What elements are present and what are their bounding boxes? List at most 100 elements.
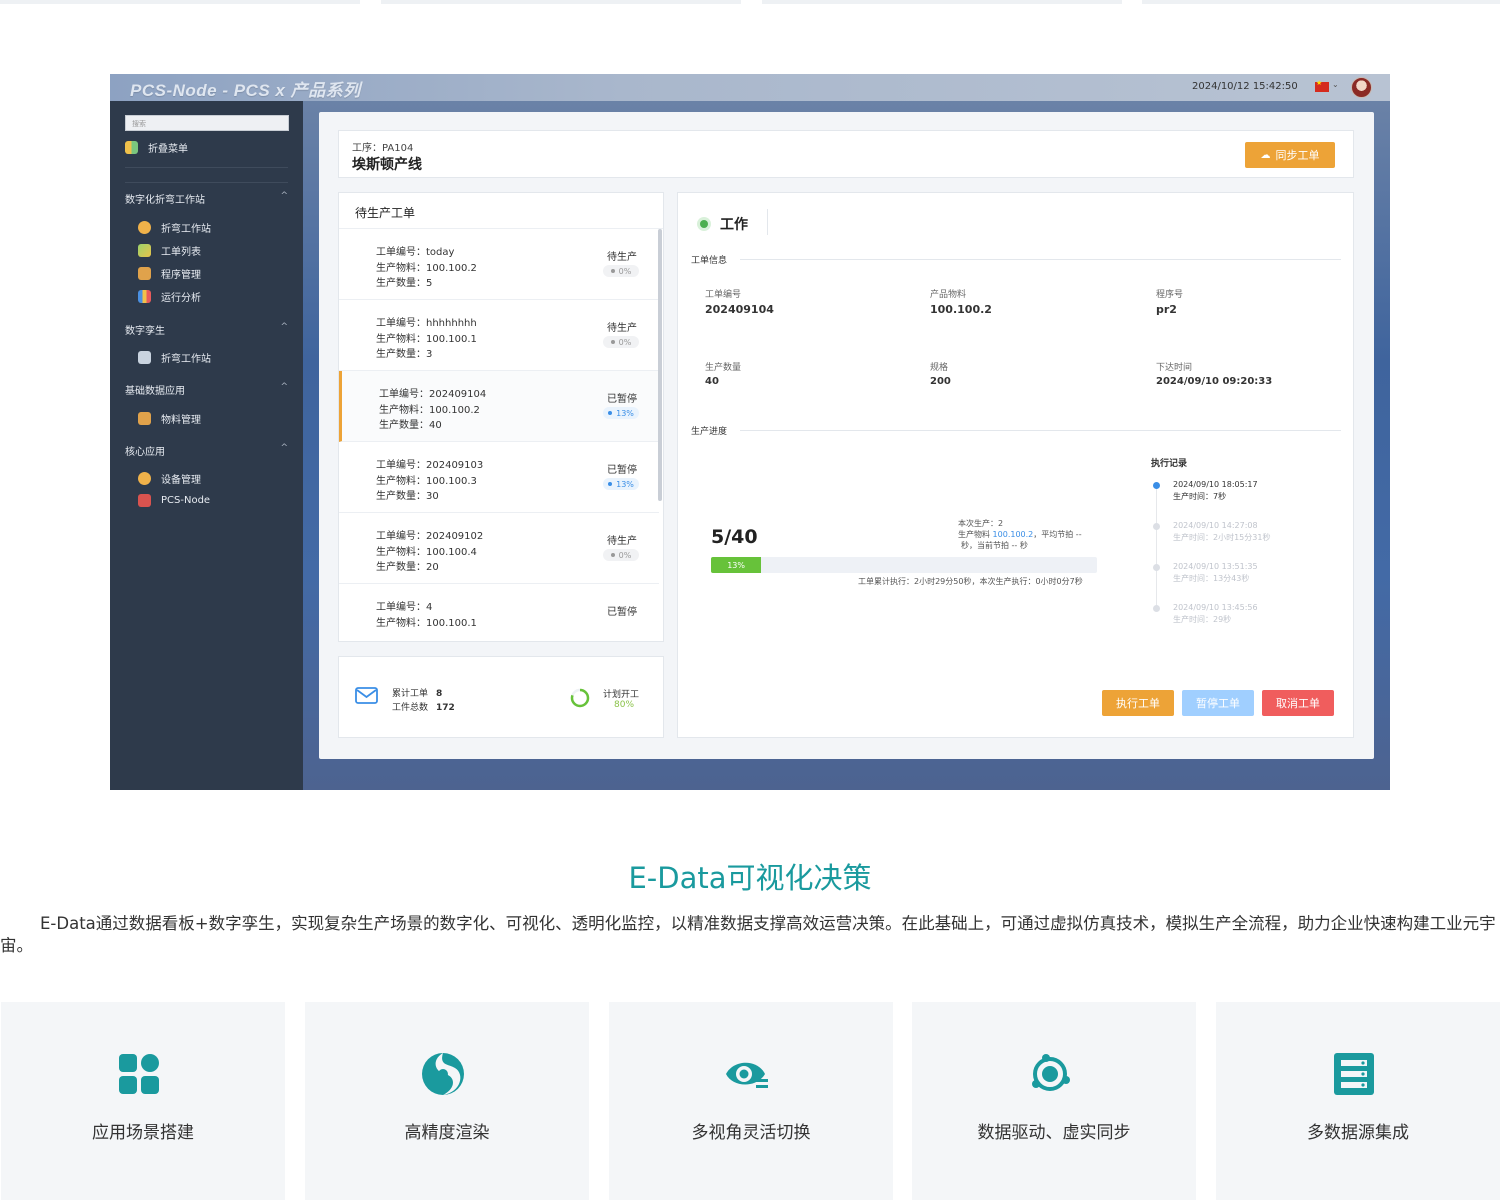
divider [125,167,288,168]
cancel-order-button[interactable]: 取消工单 [1262,690,1334,716]
feature-label: 应用场景搭建 [92,1123,194,1143]
search-input[interactable]: 搜索 [125,115,289,131]
progress-badge: 13% [603,407,639,419]
cloud-upload-icon: ☁ [1260,149,1271,161]
exec-duration: 生产时间：2小时15分31秒 [1173,533,1271,542]
plan-percent: 80% [614,700,635,710]
note-material-link[interactable]: 100.100.2 [993,530,1034,539]
timeline-dot [1153,605,1160,612]
total-orders-value: 8 [436,689,443,699]
sidebar-group-basic-data[interactable]: 基础数据应用 ^ [125,382,288,397]
box-icon [138,267,151,280]
list-item[interactable]: 工单编号：4 生产物料：100.100.1 已暂停 [339,584,659,641]
pause-order-button[interactable]: 暂停工单 [1182,690,1254,716]
feature-label: 高精度渲染 [404,1123,490,1143]
timeline-line [1156,486,1157,610]
order-no: 工单编号：202409104 [379,389,487,400]
sidebar-item-run-analysis[interactable]: 运行分析 [138,289,201,304]
sidebar-item-bending-station[interactable]: 折弯工作站 [138,220,211,235]
progress-section-label: 生产进度 [691,427,728,437]
app-title: PCS-Node - PCS x 产品系列 [130,81,361,100]
work-order-list: 待生产工单 工单编号：today 生产物料：100.100.2 生产数量：5 待… [338,192,664,642]
section-title: E-Data可视化决策 [628,861,872,895]
list-item[interactable]: 工单编号：hhhhhhhh 生产物料：100.100.1 生产数量：3 待生产 … [339,300,659,371]
sidebar: 搜索 折叠菜单 数字化折弯工作站 ^ 折弯工作站 工单列表 程序管理 运行分析 数… [110,101,303,790]
program-value: pr2 [1156,303,1177,316]
sidebar-item-device-management[interactable]: 设备管理 [138,471,201,486]
order-qty: 生产数量：30 [376,491,439,502]
render-icon [422,1053,464,1095]
order-no: 工单编号：202409103 [376,460,484,471]
sync-work-order-button[interactable]: ☁ 同步工单 [1245,142,1335,168]
grid-icon [125,141,138,154]
progress-badge-text: 13% [616,408,634,418]
order-qty: 生产数量：5 [376,278,433,289]
work-status: 工作 [720,217,748,233]
order-no: 工单编号：202409102 [376,531,484,542]
china-flag-icon[interactable] [1315,79,1329,92]
progress-badge: 0% [603,336,639,348]
sidebar-item-label: 物料管理 [161,415,201,426]
sidebar-item-twin-station[interactable]: 折弯工作站 [138,350,211,365]
sidebar-item-label: 工单列表 [161,247,201,258]
top-card-strip [0,0,1500,6]
progress-bar: 13% [711,557,1097,573]
collapse-menu-button[interactable]: 折叠菜单 [125,140,188,155]
exec-duration: 生产时间：13分43秒 [1173,574,1250,583]
info-section-label: 工单信息 [691,256,728,266]
exec-time: 2024/09/10 18:05:17 [1173,480,1258,489]
feature-label: 数据驱动、虚实同步 [977,1123,1131,1143]
datetime: 2024/10/12 15:42:50 [1192,81,1298,92]
sidebar-item-material-management[interactable]: 物料管理 [138,411,201,426]
list-item-selected[interactable]: 工单编号：202409104 生产物料：100.100.2 生产数量：40 已暂… [339,371,659,442]
sidebar-group-digital-twin[interactable]: 数字孪生 ^ [125,322,288,337]
database-icon [1334,1053,1374,1095]
avatar[interactable] [1351,77,1372,98]
group-label: 数字孪生 [125,326,165,337]
feature-card-scene-building: 应用场景搭建 [1,1002,285,1200]
sidebar-item-program-management[interactable]: 程序管理 [138,266,201,281]
note-text: ，平均节拍 -- [1033,530,1082,539]
sidebar-item-pcs-node[interactable]: PCS-Node [138,494,210,507]
station-icon [138,221,151,234]
qty-label: 生产数量 [705,363,742,373]
list-item[interactable]: 工单编号：202409102 生产物料：100.100.4 生产数量：20 待生… [339,513,659,584]
timeline-dot [1153,564,1160,571]
bar-chart-icon [138,290,151,303]
sidebar-item-label: PCS-Node [161,495,211,506]
scrollbar[interactable] [658,229,662,501]
order-status: 待生产 [607,252,637,263]
order-material: 生产物料：100.100.2 [379,405,480,416]
exec-record: 2024/09/10 13:45:56 生产时间：29秒 [1173,602,1258,626]
main-panel: 工序：PA104 埃斯顿产线 ☁ 同步工单 待生产工单 工单编号：today 生… [319,112,1374,759]
exec-time: 2024/09/10 13:51:35 [1173,562,1258,571]
timeline-dot [1153,523,1160,530]
divider [767,209,768,235]
sidebar-group-digital-workstation[interactable]: 数字化折弯工作站 ^ [125,191,288,206]
feature-label: 多数据源集成 [1307,1123,1409,1143]
group-label: 基础数据应用 [125,386,185,397]
issued-value: 2024/09/10 09:20:33 [1156,376,1273,387]
plan-progress-ring [570,688,590,708]
chevron-down-icon[interactable]: ⌄ [1332,80,1339,89]
sidebar-item-label: 折弯工作站 [161,354,211,365]
sidebar-item-work-order-list[interactable]: 工单列表 [138,243,201,258]
sidebar-item-label: 运行分析 [161,293,201,304]
list-item[interactable]: 工单编号：202409103 生产物料：100.100.3 生产数量：30 已暂… [339,442,659,513]
process-label: 工序：PA104 [352,143,414,154]
grid-icon [119,1054,159,1094]
line-name: 埃斯顿产线 [352,157,422,173]
timeline-dot [1153,482,1160,489]
qty-value: 40 [705,376,719,387]
execute-order-button[interactable]: 执行工单 [1102,690,1174,716]
total-parts: 工件总数 172 [392,700,455,713]
exec-record: 2024/09/10 13:51:35 生产时间：13分43秒 [1173,561,1258,585]
note-text: 生产物料 [958,530,993,539]
box-icon [138,412,151,425]
progress-badge-text: 0% [618,337,632,347]
app-titlebar: PCS-Node - PCS x 产品系列 2024/10/12 15:42:5… [110,74,1390,101]
status-indicator-icon [700,220,708,228]
list-item[interactable]: 工单编号：today 生产物料：100.100.2 生产数量：5 待生产 0% [339,229,659,300]
progress-bar-fill: 13% [711,557,762,573]
sidebar-group-core-apps[interactable]: 核心应用 ^ [125,443,288,458]
